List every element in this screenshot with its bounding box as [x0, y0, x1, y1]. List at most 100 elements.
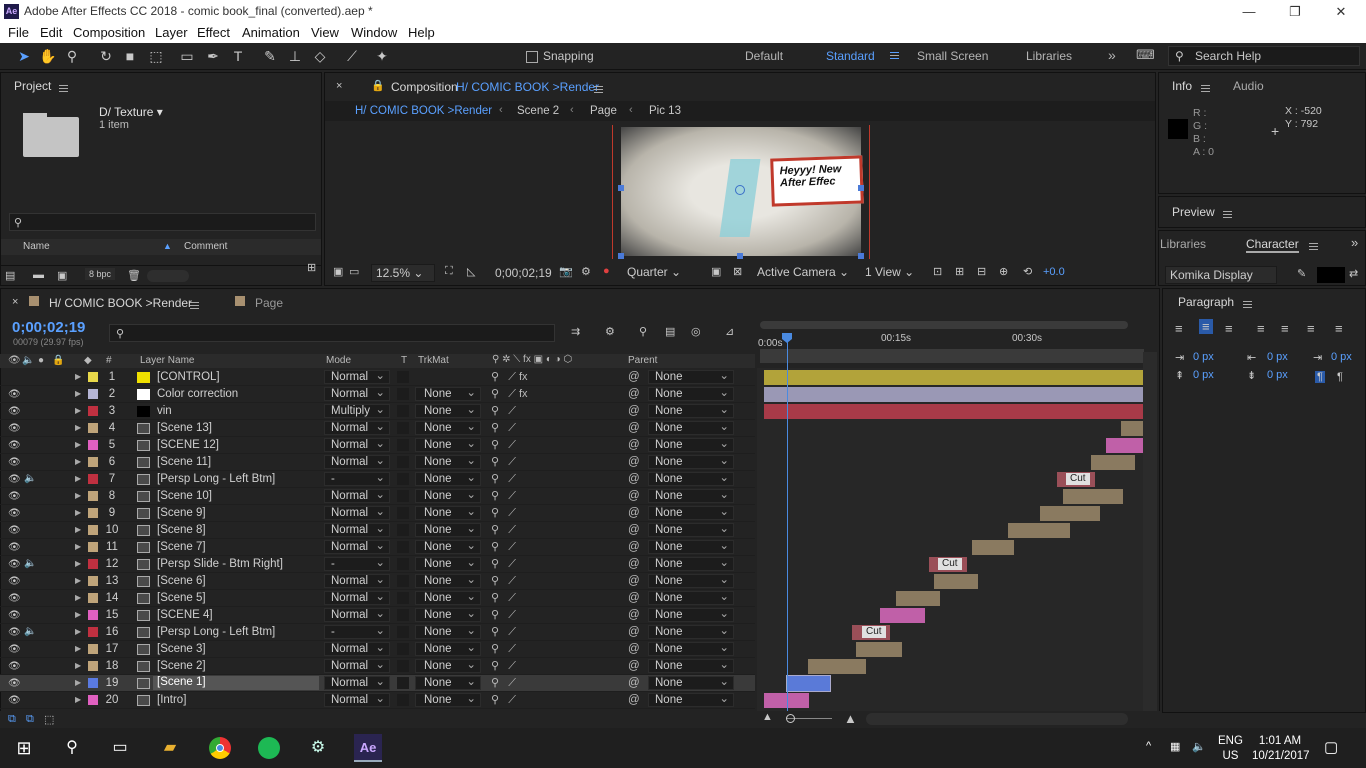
selected-item-name[interactable]: D/ Texture ▾	[99, 105, 163, 119]
layer-row[interactable]: 👁🔈 ▶ 7 [Persp Long - Left Btm]- None ⚲ ⟋ @ None	[0, 470, 755, 488]
parent-pickwhip-icon[interactable]: @	[628, 439, 640, 451]
roto-brush-tool-icon[interactable]: ⟋	[342, 47, 362, 66]
parent-dropdown[interactable]: None	[648, 555, 734, 571]
menu-help[interactable]: Help	[408, 25, 435, 40]
layer-duration-bar[interactable]	[764, 387, 1143, 402]
expand-triangle-icon[interactable]: ▶	[75, 525, 81, 534]
project-footer-slider[interactable]	[147, 270, 189, 282]
tab-audio[interactable]: Audio	[1233, 79, 1264, 93]
indent-left-value[interactable]: 0 px	[1193, 351, 1214, 363]
column-parent[interactable]: Parent	[628, 355, 657, 366]
parent-dropdown[interactable]: None	[648, 674, 734, 690]
frame-blending-icon[interactable]: ▤	[665, 325, 675, 338]
layer-name[interactable]: [Scene 7]	[157, 541, 317, 553]
file-explorer-icon[interactable]: ▰	[156, 734, 184, 762]
graph-editor-icon[interactable]: ⊿	[725, 325, 734, 338]
label-color[interactable]	[88, 644, 98, 654]
new-composition-icon[interactable]: ▣	[57, 269, 67, 282]
horizontal-scrollbar[interactable]	[866, 713, 1128, 725]
justify-center-icon[interactable]: ≡	[1281, 321, 1289, 336]
cut-marker-label[interactable]: Cut	[862, 626, 886, 638]
comp-mini-flowchart-icon[interactable]: ⇉	[571, 325, 580, 338]
layer-row[interactable]: 👁 ▶ 18 [Scene 2] Normal None ⚲ ⟋ @ None	[0, 657, 755, 675]
timeline-scrollbar[interactable]	[1143, 352, 1157, 712]
zoom-slider-handle[interactable]	[786, 714, 795, 723]
parent-pickwhip-icon[interactable]: @	[628, 456, 640, 468]
draft-3d-icon[interactable]: ⚙	[605, 325, 615, 338]
track-matte-dropdown[interactable]: None	[415, 436, 481, 452]
layer-switches[interactable]: ⚲ ⟋	[491, 693, 516, 707]
parent-pickwhip-icon[interactable]: @	[628, 507, 640, 519]
cut-marker-label[interactable]: Cut	[938, 558, 962, 570]
language-indicator[interactable]: ENG US	[1218, 734, 1243, 764]
type-tool-icon[interactable]: T	[228, 47, 248, 66]
tab-info[interactable]: Info	[1172, 79, 1192, 93]
expand-triangle-icon[interactable]: ▶	[75, 559, 81, 568]
layer-name[interactable]: Color correction	[157, 388, 317, 400]
parent-dropdown[interactable]: None	[648, 487, 734, 503]
blend-mode-dropdown[interactable]: Normal	[324, 436, 390, 452]
visibility-eye-icon[interactable]: 👁	[8, 406, 21, 417]
label-color[interactable]	[88, 423, 98, 433]
layer-name[interactable]: [Scene 11]	[157, 456, 317, 468]
menu-view[interactable]: View	[311, 25, 339, 40]
visibility-eye-icon[interactable]: 👁	[8, 542, 21, 553]
visibility-eye-icon[interactable]: 👁	[8, 423, 21, 434]
layer-name[interactable]: [Intro]	[157, 694, 317, 706]
notifications-icon[interactable]: ▢	[1324, 738, 1338, 756]
layer-row[interactable]: 👁 ▶ 11 [Scene 7] Normal None ⚲ ⟋ @ None	[0, 538, 755, 556]
layer-row[interactable]: 👁 ▶ 2 Color correction Normal None ⚲ ⟋ fx @ None	[0, 385, 755, 403]
expand-triangle-icon[interactable]: ▶	[75, 576, 81, 585]
parent-dropdown[interactable]: None	[648, 521, 734, 537]
monitor-icon[interactable]: ▭	[349, 265, 359, 278]
menu-animation[interactable]: Animation	[242, 25, 300, 40]
blend-mode-dropdown[interactable]: Normal	[324, 538, 390, 554]
preserve-transparency-toggle[interactable]	[397, 507, 409, 519]
layer-duration-bar[interactable]	[786, 675, 831, 692]
lock-icon[interactable]: 🔒	[371, 79, 385, 92]
clone-stamp-tool-icon[interactable]: ⊥	[285, 47, 305, 66]
blend-mode-dropdown[interactable]: Normal	[324, 385, 390, 401]
visibility-eye-icon[interactable]: 👁	[8, 627, 21, 638]
more-workspaces-icon[interactable]: »	[1108, 47, 1116, 63]
expand-triangle-icon[interactable]: ▶	[75, 372, 81, 381]
track-matte-dropdown[interactable]: None	[415, 521, 481, 537]
preserve-transparency-toggle[interactable]	[397, 575, 409, 587]
parent-dropdown[interactable]: None	[648, 572, 734, 588]
preview-menu-icon[interactable]	[1223, 211, 1232, 218]
justify-all-icon[interactable]: ≡	[1335, 321, 1343, 336]
layer-switches[interactable]: ⚲ ⟋	[491, 523, 516, 537]
zoom-in-icon[interactable]: ▲	[844, 711, 857, 726]
parent-dropdown[interactable]: None	[648, 453, 734, 469]
label-color[interactable]	[88, 372, 98, 382]
parent-dropdown[interactable]: None	[648, 606, 734, 622]
label-color[interactable]	[88, 695, 98, 705]
layer-switches[interactable]: ⚲ ⟋	[491, 455, 516, 469]
menu-layer[interactable]: Layer	[155, 25, 188, 40]
parent-dropdown[interactable]: None	[648, 419, 734, 435]
layer-name[interactable]: [Scene 1]	[153, 676, 319, 690]
align-center-icon[interactable]: ≡	[1199, 319, 1213, 334]
parent-pickwhip-icon[interactable]: @	[628, 592, 640, 604]
label-color[interactable]	[88, 678, 98, 688]
paragraph-menu-icon[interactable]	[1243, 301, 1252, 308]
chrome-icon[interactable]	[206, 734, 234, 762]
column-trkmat[interactable]: TrkMat	[418, 355, 449, 366]
volume-icon[interactable]: 🔈	[1192, 740, 1206, 753]
rectangle-tool-icon[interactable]: ▭	[177, 47, 197, 66]
close-button[interactable]: ✕	[1318, 2, 1364, 21]
camera-tool-icon[interactable]: ■	[120, 47, 140, 66]
breadcrumb-pic13[interactable]: Pic 13	[649, 105, 681, 117]
parent-pickwhip-icon[interactable]: @	[628, 422, 640, 434]
menu-window[interactable]: Window	[351, 25, 397, 40]
preserve-transparency-toggle[interactable]	[397, 422, 409, 434]
blend-mode-dropdown[interactable]: Normal	[324, 674, 390, 690]
breadcrumb-scene2[interactable]: Scene 2	[517, 105, 559, 117]
layer-switches[interactable]: ⚲ ⟋	[491, 472, 516, 486]
expand-triangle-icon[interactable]: ▶	[75, 474, 81, 483]
resolution-dropdown[interactable]: Quarter ⌄	[623, 264, 703, 280]
track-matte-dropdown[interactable]: None	[415, 674, 481, 690]
parent-dropdown[interactable]: None	[648, 368, 734, 384]
label-color[interactable]	[88, 525, 98, 535]
menu-file[interactable]: File	[8, 25, 29, 40]
